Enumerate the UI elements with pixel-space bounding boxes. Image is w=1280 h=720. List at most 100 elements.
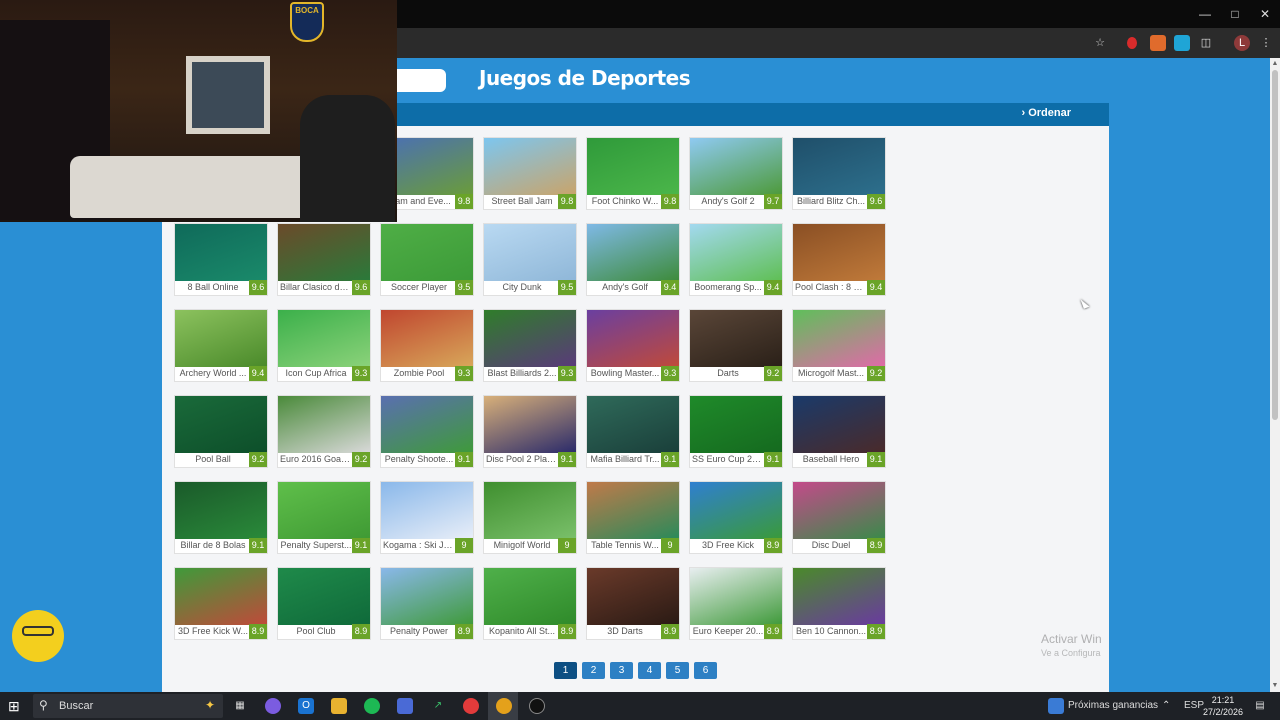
game-thumbnail[interactable] (484, 138, 576, 195)
game-thumbnail[interactable] (587, 568, 679, 625)
page-scrollbar[interactable]: ▲ ▼ (1270, 58, 1280, 692)
spotify-icon[interactable] (364, 698, 380, 714)
game-thumbnail[interactable] (690, 396, 782, 453)
game-title[interactable]: Soccer Player (383, 281, 455, 294)
scrollbar-thumb[interactable] (1272, 70, 1278, 420)
taskbar-search[interactable]: ⚲ Buscar ✦ (33, 694, 223, 718)
game-title[interactable]: Andy's Golf 2 (692, 195, 764, 208)
game-title[interactable]: Euro 2016 Goal ... (280, 453, 352, 466)
game-card[interactable]: Soccer Player 9.5 (380, 223, 474, 296)
game-card[interactable]: Penalty Shoote... 9.1 (380, 395, 474, 468)
game-title[interactable]: 8 Ball Online (177, 281, 249, 294)
game-title[interactable]: Archery World ... (177, 367, 249, 380)
game-card[interactable]: Kopanito All St... 8.9 (483, 567, 577, 640)
game-card[interactable]: Billiard Blitz Ch... 9.6 (792, 137, 886, 210)
game-thumbnail[interactable] (587, 482, 679, 539)
game-title[interactable]: Pool Ball (177, 453, 249, 466)
game-title[interactable]: Penalty Power (383, 625, 455, 638)
game-thumbnail[interactable] (690, 138, 782, 195)
game-thumbnail[interactable] (175, 568, 267, 625)
game-card[interactable]: Pool Clash : 8 Bi... 9.4 (792, 223, 886, 296)
clock-time[interactable]: 21:21 (1208, 695, 1238, 705)
game-title[interactable]: 3D Free Kick (692, 539, 764, 552)
game-card[interactable]: Minigolf World 9 (483, 481, 577, 554)
game-card[interactable]: Billar Clasico de... 9.6 (277, 223, 371, 296)
game-thumbnail[interactable] (793, 568, 885, 625)
game-title[interactable]: Disc Duel (795, 539, 867, 552)
game-card[interactable]: Zombie Pool 9.3 (380, 309, 474, 382)
game-title[interactable]: Street Ball Jam (486, 195, 558, 208)
game-card[interactable]: Andy's Golf 2 9.7 (689, 137, 783, 210)
game-title[interactable]: Microgolf Mast... (795, 367, 867, 380)
game-thumbnail[interactable] (381, 482, 473, 539)
page-button[interactable]: 3 (610, 662, 633, 679)
game-card[interactable]: Euro 2016 Goal ... 9.2 (277, 395, 371, 468)
game-title[interactable]: Kopanito All St... (486, 625, 558, 638)
game-thumbnail[interactable] (381, 224, 473, 281)
notifications-icon[interactable]: ▤ (1252, 698, 1268, 714)
game-thumbnail[interactable] (484, 396, 576, 453)
game-title[interactable]: Baseball Hero (795, 453, 867, 466)
sort-button[interactable]: › Ordenar (1021, 107, 1071, 119)
file-explorer-icon[interactable] (331, 698, 347, 714)
game-card[interactable]: Disc Pool 2 Play... 9.1 (483, 395, 577, 468)
game-card[interactable]: Kogama : Ski Ju... 9 (380, 481, 474, 554)
game-title[interactable]: Boomerang Sp... (692, 281, 764, 294)
game-title[interactable]: 3D Darts (589, 625, 661, 638)
game-title[interactable]: Zombie Pool (383, 367, 455, 380)
game-title[interactable]: Penalty Shoote... (383, 453, 455, 466)
game-card[interactable]: Pool Club 8.9 (277, 567, 371, 640)
game-thumbnail[interactable] (690, 568, 782, 625)
stocks-icon[interactable]: ↗ (430, 698, 446, 714)
game-card[interactable]: 3D Free Kick W... 8.9 (174, 567, 268, 640)
game-title[interactable]: Pool Clash : 8 Bi... (795, 281, 867, 294)
game-card[interactable]: Boomerang Sp... 9.4 (689, 223, 783, 296)
game-title[interactable]: Minigolf World (486, 539, 558, 552)
news-widget-label[interactable]: Próximas ganancias (1068, 700, 1158, 711)
game-card[interactable]: Andy's Golf 9.4 (586, 223, 680, 296)
game-card[interactable]: Darts 9.2 (689, 309, 783, 382)
game-title[interactable]: Foot Chinko W... (589, 195, 661, 208)
game-card[interactable]: Billar de 8 Bolas 9.1 (174, 481, 268, 554)
search-input[interactable] (390, 69, 446, 92)
clock-date[interactable]: 27/2/2026 (1200, 707, 1246, 717)
app-red-icon[interactable] (463, 698, 479, 714)
game-title[interactable]: 3D Free Kick W... (177, 625, 249, 638)
game-card[interactable]: Penalty Superst... 9.1 (277, 481, 371, 554)
page-button[interactable]: 4 (638, 662, 661, 679)
game-card[interactable]: Euro Keeper 20... 8.9 (689, 567, 783, 640)
game-card[interactable]: Ben 10 Cannon... 8.9 (792, 567, 886, 640)
game-card[interactable]: SS Euro Cup 2021 9.1 (689, 395, 783, 468)
game-thumbnail[interactable] (793, 396, 885, 453)
game-card[interactable]: Penalty Power 8.9 (380, 567, 474, 640)
game-thumbnail[interactable] (381, 568, 473, 625)
scroll-down-icon[interactable]: ▼ (1271, 682, 1279, 690)
page-button[interactable]: 6 (694, 662, 717, 679)
game-card[interactable]: City Dunk 9.5 (483, 223, 577, 296)
game-thumbnail[interactable] (793, 482, 885, 539)
game-thumbnail[interactable] (175, 224, 267, 281)
game-title[interactable]: Darts (692, 367, 764, 380)
extension-blue-icon[interactable] (1174, 35, 1190, 51)
game-thumbnail[interactable] (381, 310, 473, 367)
page-button[interactable]: 2 (582, 662, 605, 679)
game-thumbnail[interactable] (484, 224, 576, 281)
obs-icon[interactable] (529, 698, 545, 714)
page-button[interactable]: 1 (554, 662, 577, 679)
game-thumbnail[interactable] (175, 396, 267, 453)
news-widget-icon[interactable] (1048, 698, 1064, 714)
game-thumbnail[interactable] (278, 482, 370, 539)
game-thumbnail[interactable] (278, 310, 370, 367)
game-card[interactable]: 8 Ball Online 9.6 (174, 223, 268, 296)
game-thumbnail[interactable] (278, 224, 370, 281)
game-thumbnail[interactable] (587, 138, 679, 195)
game-title[interactable]: Penalty Superst... (280, 539, 352, 552)
profile-avatar-icon[interactable]: L (1234, 35, 1250, 51)
game-title[interactable]: Billiard Blitz Ch... (795, 195, 867, 208)
extension-icon[interactable] (1127, 37, 1137, 49)
game-title[interactable]: SS Euro Cup 2021 (692, 453, 764, 466)
bookmark-star-icon[interactable]: ☆ (1092, 35, 1108, 51)
game-thumbnail[interactable] (175, 482, 267, 539)
copilot-icon[interactable] (265, 698, 281, 714)
outlook-icon[interactable]: O (298, 698, 314, 714)
